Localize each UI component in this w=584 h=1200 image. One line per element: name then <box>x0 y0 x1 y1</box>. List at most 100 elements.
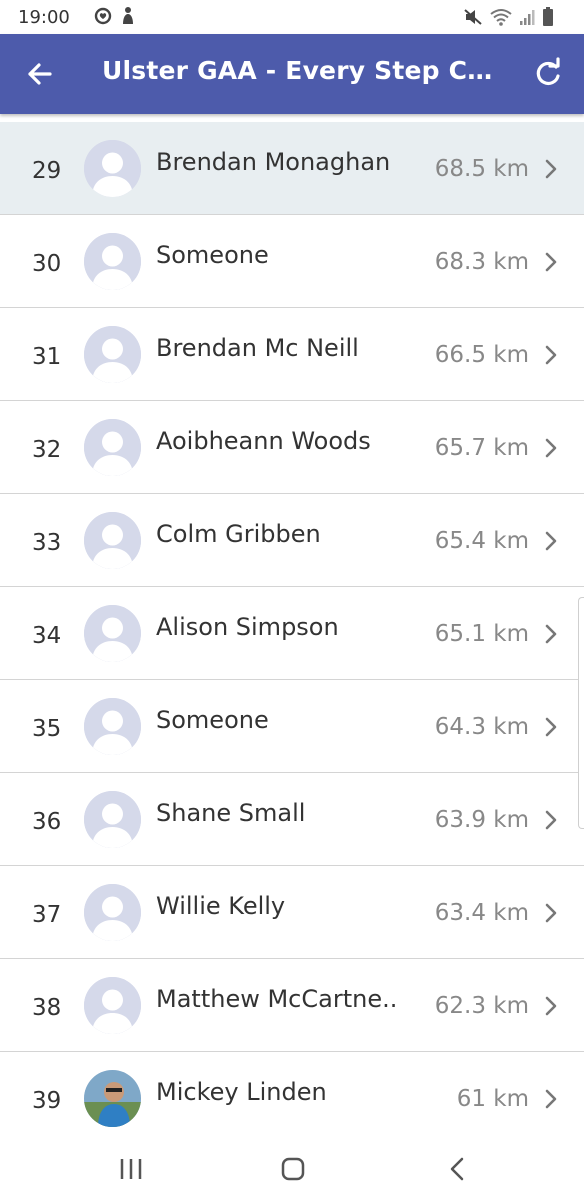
wifi-icon <box>490 9 512 26</box>
shield-notification-icon <box>94 7 112 25</box>
battery-icon <box>543 7 553 26</box>
rank-number: 31 <box>32 344 62 370</box>
leaderboard-row[interactable]: 30 Someone 68.3 km <box>0 215 584 308</box>
status-time: 19:00 <box>18 7 70 28</box>
member-name: Brendan Mc Neill <box>156 334 359 362</box>
distance-value: 65.4 km <box>434 528 529 554</box>
rank-number: 35 <box>32 716 62 742</box>
distance-value: 63.9 km <box>434 807 529 833</box>
avatar <box>84 233 141 290</box>
distance-value: 66.5 km <box>434 342 529 368</box>
system-nav-bar <box>0 1136 584 1200</box>
default-avatar-icon <box>84 884 141 941</box>
app-bar: Ulster GAA - Every Step Cou... <box>0 34 584 114</box>
rank-number: 29 <box>32 158 62 184</box>
leaderboard-list: 29 Brendan Monaghan 68.5 km 30 Someone 68.3 k… <box>0 122 584 1145</box>
distance-value: 65.7 km <box>434 435 529 461</box>
member-name: Someone <box>156 706 269 734</box>
avatar <box>84 791 141 848</box>
status-bar: 19:00 <box>0 0 584 34</box>
avatar <box>84 419 141 476</box>
leaderboard-row[interactable]: 37 Willie Kelly 63.4 km <box>0 866 584 959</box>
arrow-left-icon <box>28 63 52 85</box>
member-name: Alison Simpson <box>156 613 339 641</box>
leaderboard-row[interactable]: 36 Shane Small 63.9 km <box>0 773 584 866</box>
distance-value: 61 km <box>456 1086 529 1112</box>
avatar <box>84 698 141 755</box>
avatar <box>84 884 141 941</box>
default-avatar-icon <box>84 233 141 290</box>
chevron-right-icon <box>545 903 557 923</box>
member-name: Shane Small <box>156 799 306 827</box>
leaderboard-row[interactable]: 32 Aoibheann Woods 65.7 km <box>0 401 584 494</box>
chevron-right-icon <box>545 717 557 737</box>
distance-value: 68.5 km <box>434 156 529 182</box>
back-button[interactable] <box>22 56 58 92</box>
member-name: Aoibheann Woods <box>156 427 371 455</box>
distance-value: 62.3 km <box>434 993 529 1019</box>
leaderboard-row[interactable]: 38 Matthew McCartne.. 62.3 km <box>0 959 584 1052</box>
distance-value: 64.3 km <box>434 714 529 740</box>
leaderboard-row[interactable]: 34 Alison Simpson 65.1 km <box>0 587 584 680</box>
member-name: Willie Kelly <box>156 892 286 920</box>
leaderboard-row[interactable]: 35 Someone 64.3 km <box>0 680 584 773</box>
avatar <box>84 977 141 1034</box>
avatar <box>84 605 141 662</box>
leaderboard-row[interactable]: 33 Colm Gribben 65.4 km <box>0 494 584 587</box>
home-button[interactable] <box>278 1154 308 1184</box>
chevron-right-icon <box>545 996 557 1016</box>
rank-number: 39 <box>32 1088 62 1114</box>
rank-number: 33 <box>32 530 62 556</box>
signal-icon <box>520 10 535 25</box>
distance-value: 65.1 km <box>434 621 529 647</box>
default-avatar-icon <box>84 140 141 197</box>
recent-apps-icon <box>120 1159 142 1179</box>
avatar <box>84 326 141 383</box>
nav-back-button[interactable] <box>443 1154 473 1184</box>
pet-notification-icon <box>123 7 133 24</box>
avatar <box>84 512 141 569</box>
refresh-icon <box>536 57 560 86</box>
default-avatar-icon <box>84 512 141 569</box>
default-avatar-icon <box>84 977 141 1034</box>
page-title: Ulster GAA - Every Step Cou... <box>102 56 502 85</box>
avatar <box>84 140 141 197</box>
chevron-right-icon <box>545 159 557 179</box>
rank-number: 36 <box>32 809 62 835</box>
member-name: Colm Gribben <box>156 520 321 548</box>
avatar <box>84 1070 141 1127</box>
scrollbar[interactable] <box>578 597 584 829</box>
user-photo-icon <box>84 1070 141 1127</box>
chevron-right-icon <box>545 624 557 644</box>
chevron-right-icon <box>545 345 557 365</box>
chevron-right-icon <box>545 531 557 551</box>
member-name: Brendan Monaghan <box>156 148 391 176</box>
mute-icon <box>464 9 482 25</box>
rank-number: 38 <box>32 995 62 1021</box>
distance-value: 63.4 km <box>434 900 529 926</box>
rank-number: 30 <box>32 251 62 277</box>
leaderboard-row[interactable]: 29 Brendan Monaghan 68.5 km <box>0 122 584 215</box>
distance-value: 68.3 km <box>434 249 529 275</box>
rank-number: 37 <box>32 902 62 928</box>
chevron-right-icon <box>545 810 557 830</box>
home-icon <box>281 1157 305 1181</box>
chevron-right-icon <box>545 438 557 458</box>
refresh-button[interactable] <box>530 56 566 92</box>
default-avatar-icon <box>84 698 141 755</box>
back-icon <box>450 1157 464 1181</box>
rank-number: 34 <box>32 623 62 649</box>
leaderboard-row[interactable]: 39 Mickey Linden 61 km <box>0 1052 584 1145</box>
leaderboard-row[interactable]: 31 Brendan Mc Neill 66.5 km <box>0 308 584 401</box>
member-name: Matthew McCartne.. <box>156 985 398 1013</box>
default-avatar-icon <box>84 419 141 476</box>
member-name: Someone <box>156 241 269 269</box>
recent-apps-button[interactable] <box>116 1154 146 1184</box>
rank-number: 32 <box>32 437 62 463</box>
chevron-right-icon <box>545 252 557 272</box>
default-avatar-icon <box>84 605 141 662</box>
default-avatar-icon <box>84 326 141 383</box>
member-name: Mickey Linden <box>156 1078 327 1106</box>
default-avatar-icon <box>84 791 141 848</box>
chevron-right-icon <box>545 1089 557 1109</box>
